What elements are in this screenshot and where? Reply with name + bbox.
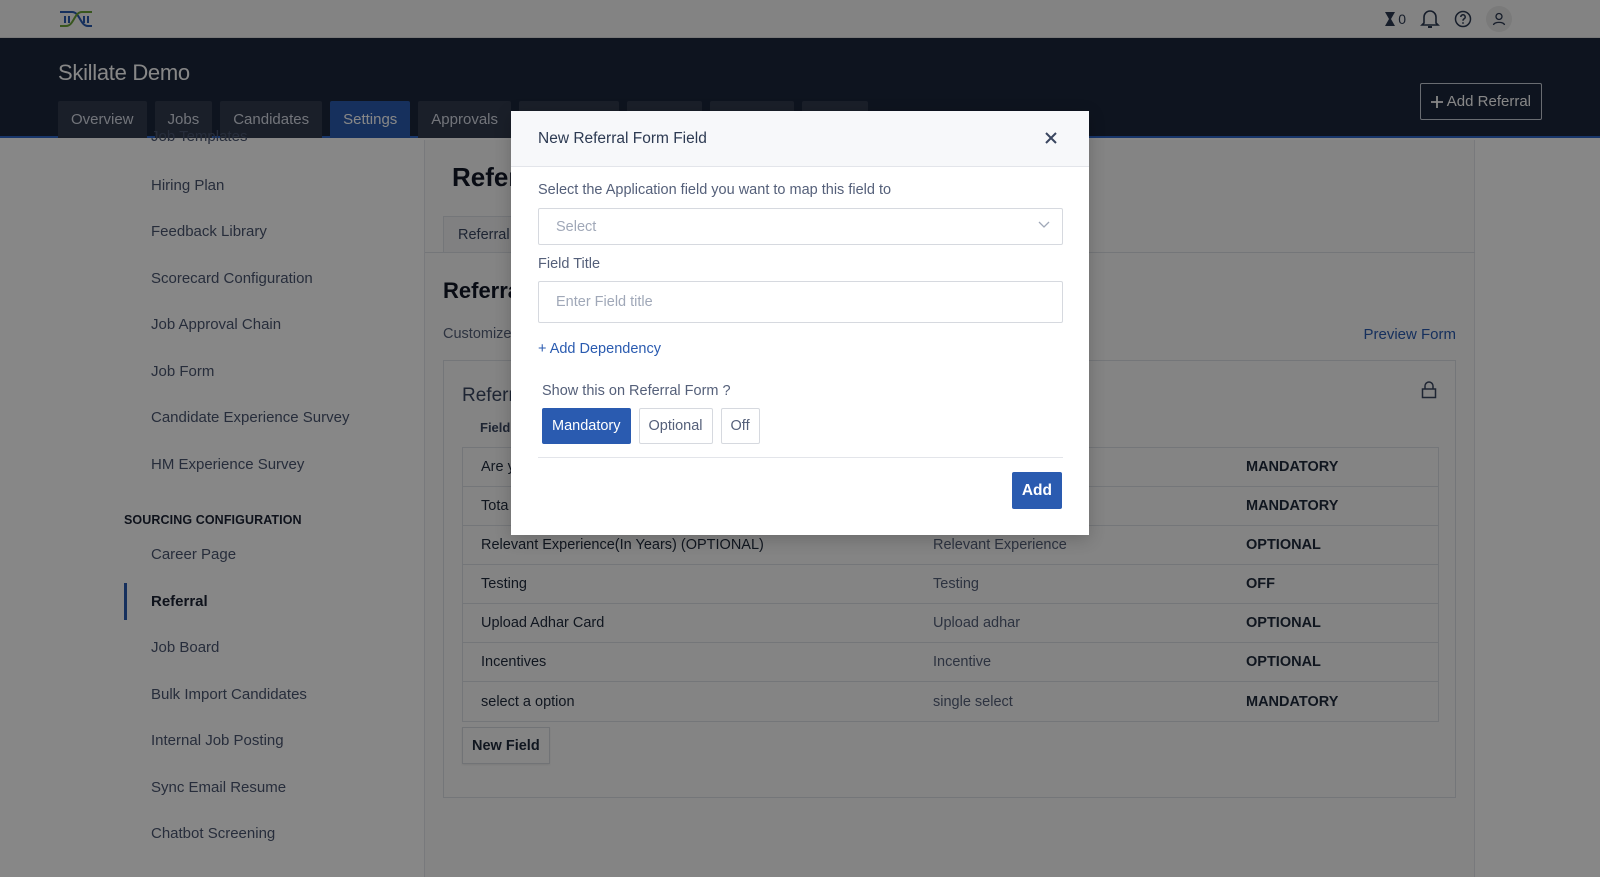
add-button[interactable]: Add: [1011, 472, 1062, 509]
optional-option[interactable]: Optional: [638, 408, 713, 444]
new-referral-field-modal: New Referral Form Field Select the Appli…: [511, 111, 1089, 535]
close-icon[interactable]: [1043, 130, 1059, 146]
application-field-select[interactable]: Select: [538, 208, 1063, 245]
visibility-toggle: Mandatory Optional Off: [542, 408, 760, 444]
mandatory-option[interactable]: Mandatory: [542, 408, 631, 444]
show-on-form-label: Show this on Referral Form ?: [542, 383, 731, 399]
modal-title: New Referral Form Field: [538, 130, 707, 147]
field-title-label: Field Title: [538, 256, 601, 272]
chevron-down-icon: [1038, 221, 1050, 228]
add-dependency-link[interactable]: + Add Dependency: [538, 341, 661, 357]
divider: [538, 457, 1063, 458]
select-placeholder: Select: [556, 218, 597, 235]
modal-header: New Referral Form Field: [511, 111, 1089, 167]
off-option[interactable]: Off: [720, 408, 760, 444]
map-field-label: Select the Application field you want to…: [538, 182, 892, 198]
field-title-input[interactable]: [538, 281, 1063, 323]
